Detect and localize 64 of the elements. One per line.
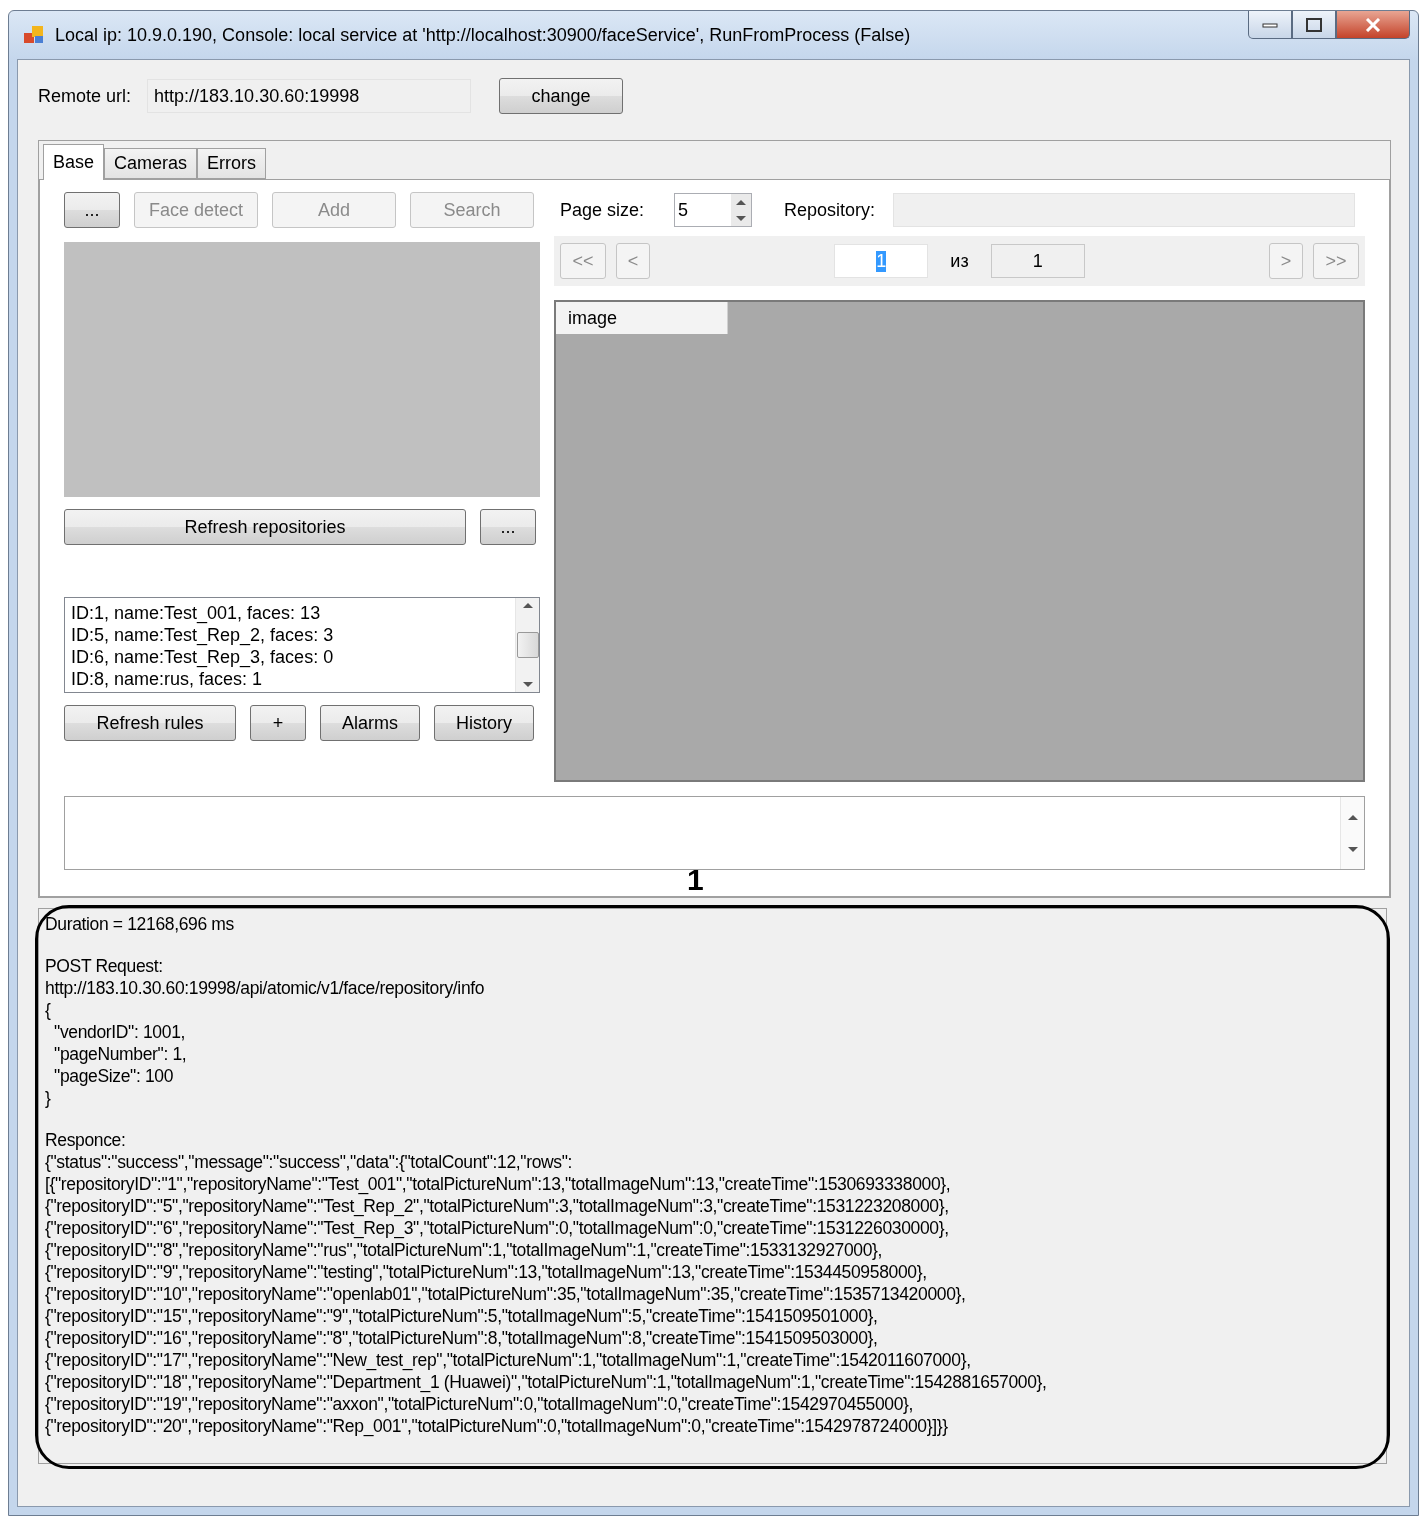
up-arrow-icon[interactable] bbox=[521, 602, 534, 609]
scrollbar[interactable] bbox=[1340, 797, 1364, 869]
tab[interactable]: Cameras bbox=[104, 148, 198, 179]
list-item[interactable]: ID:5, name:Test_Rep_2, faces: 3 bbox=[71, 624, 509, 646]
up-arrow-icon[interactable] bbox=[1346, 813, 1359, 821]
repository-list[interactable]: ID:1, name:Test_001, faces: 13 ID:5, name:Test_Rep_2, faces: 3 ID:6, name:Test_Rep_3, faces: 0 ID:8, name:rus, faces: 1 bbox=[64, 597, 540, 693]
window-title: Local ip: 10.9.0.190, Console: local service at 'http://localhost:30900/faceService', RunFromProcess (False) bbox=[55, 24, 912, 46]
down-arrow-icon[interactable] bbox=[521, 681, 534, 688]
total-pages-field: 1 bbox=[990, 244, 1085, 278]
repository-field[interactable] bbox=[893, 193, 1356, 227]
log-line: } bbox=[45, 1087, 52, 1109]
log-line: {"repositoryID":"10","repositoryName":"openlab01","totalPictureNum":35,"totalImageNum":35,"createTime":1535713420000}, bbox=[45, 1283, 967, 1305]
callout-number: 1 bbox=[687, 863, 704, 897]
column-header[interactable]: image bbox=[556, 302, 728, 334]
rule-button[interactable]: History bbox=[434, 705, 534, 741]
log-line: Responce: bbox=[45, 1129, 127, 1151]
change-button[interactable]: change bbox=[499, 78, 624, 114]
close-icon bbox=[1365, 17, 1381, 32]
log-line: {"repositoryID":"19","repositoryName":"axxon","totalPictureNum":0,"totalImageNum":0,"createTime":1542970455000}, bbox=[45, 1393, 915, 1415]
log-line: Duration = 12168,696 ms bbox=[45, 913, 235, 935]
remote-url-label: Remote url: bbox=[38, 85, 132, 107]
list-item[interactable]: ID:1, name:Test_001, faces: 13 bbox=[71, 602, 509, 624]
down-arrow-icon[interactable] bbox=[735, 214, 748, 222]
log-line: {"repositoryID":"15","repositoryName":"9","totalPictureNum":5,"totalImageNum":5,"createTime":1541509501000}, bbox=[45, 1305, 879, 1327]
remote-url-field[interactable]: http://183.10.30.60:19998 bbox=[147, 79, 472, 113]
log-line: "pageSize": 100 bbox=[53, 1065, 175, 1087]
log-line: POST Request: bbox=[45, 955, 164, 977]
log-line: {"status":"success","message":"success","data":{"totalCount":12,"rows": bbox=[45, 1151, 574, 1173]
close-button[interactable] bbox=[1336, 11, 1410, 39]
list-item[interactable]: ID:6, name:Test_Rep_3, faces: 0 bbox=[71, 646, 509, 668]
maximize-icon bbox=[1306, 17, 1322, 32]
app-icon bbox=[23, 24, 45, 46]
toolbar-button[interactable]: ... bbox=[64, 192, 120, 228]
log-line: {"repositoryID":"8","repositoryName":"rus","totalPictureNum":1,"totalImageNum":1,"createTime":1533132927000}, bbox=[45, 1239, 884, 1261]
log-line: {"repositoryID":"9","repositoryName":"testing","totalPictureNum":13,"totalImageNum":13,"createTime":1534450958000}, bbox=[45, 1261, 928, 1283]
page-size-spinner[interactable]: 5 bbox=[674, 193, 753, 227]
log-line: {"repositoryID":"17","repositoryName":"New_test_rep","totalPictureNum":1,"totalImageNum":1,"createTime":1542011607000}, bbox=[45, 1349, 972, 1371]
log-line: {"repositoryID":"18","repositoryName":"Department_1 (Huawei)","totalPictureNum":1,"totalImageNum":1,"createTime":1542881657000}, bbox=[45, 1371, 1048, 1393]
tab[interactable]: Errors bbox=[197, 148, 267, 179]
log-line: {"repositoryID":"6","repositoryName":"Test_Rep_3","totalPictureNum":0,"totalImageNum":0,"createTime":1531226030000}, bbox=[45, 1217, 950, 1239]
log-line: { bbox=[45, 999, 52, 1021]
log-line: [{"repositoryID":"1","repositoryName":"Test_001","totalPictureNum":13,"totalImageNum":13,"createTime":1530693338000}, bbox=[45, 1173, 952, 1195]
list-item[interactable]: ID:8, name:rus, faces: 1 bbox=[71, 668, 509, 690]
up-arrow-icon[interactable] bbox=[735, 198, 748, 206]
rule-button[interactable]: + bbox=[250, 705, 306, 741]
log-line: {"repositoryID":"5","repositoryName":"Test_Rep_2","totalPictureNum":3,"totalImageNum":3,"createTime":1531223208000}, bbox=[45, 1195, 950, 1217]
scrollbar[interactable] bbox=[515, 598, 539, 692]
rule-button[interactable]: Alarms bbox=[320, 705, 420, 741]
log-line: {"repositoryID":"20","repositoryName":"Rep_001","totalPictureNum":0,"totalImageNum":0,"createTime":1542978724000}]}} bbox=[45, 1415, 949, 1437]
page-size-label: Page size: bbox=[560, 199, 645, 221]
down-arrow-icon[interactable] bbox=[1346, 845, 1359, 853]
rule-button[interactable]: Refresh rules bbox=[64, 705, 236, 741]
log-line: "vendorID": 1001, bbox=[53, 1021, 187, 1043]
repository-label: Repository: bbox=[784, 199, 876, 221]
tab[interactable]: Base bbox=[43, 144, 105, 180]
maximize-button[interactable] bbox=[1292, 11, 1336, 39]
more-button[interactable]: ... bbox=[480, 509, 536, 545]
log-line: {"repositoryID":"16","repositoryName":"8","totalPictureNum":8,"totalImageNum":8,"createTime":1541509503000}, bbox=[45, 1327, 879, 1349]
minimize-icon bbox=[1262, 21, 1278, 28]
minimize-button[interactable] bbox=[1248, 11, 1292, 39]
log-line: http://183.10.30.60:19998/api/atomic/v1/face/repository/info bbox=[45, 977, 486, 999]
of-label: из bbox=[950, 250, 969, 272]
refresh-repositories-button[interactable]: Refresh repositories bbox=[64, 509, 466, 545]
log-line: "pageNumber": 1, bbox=[53, 1043, 188, 1065]
